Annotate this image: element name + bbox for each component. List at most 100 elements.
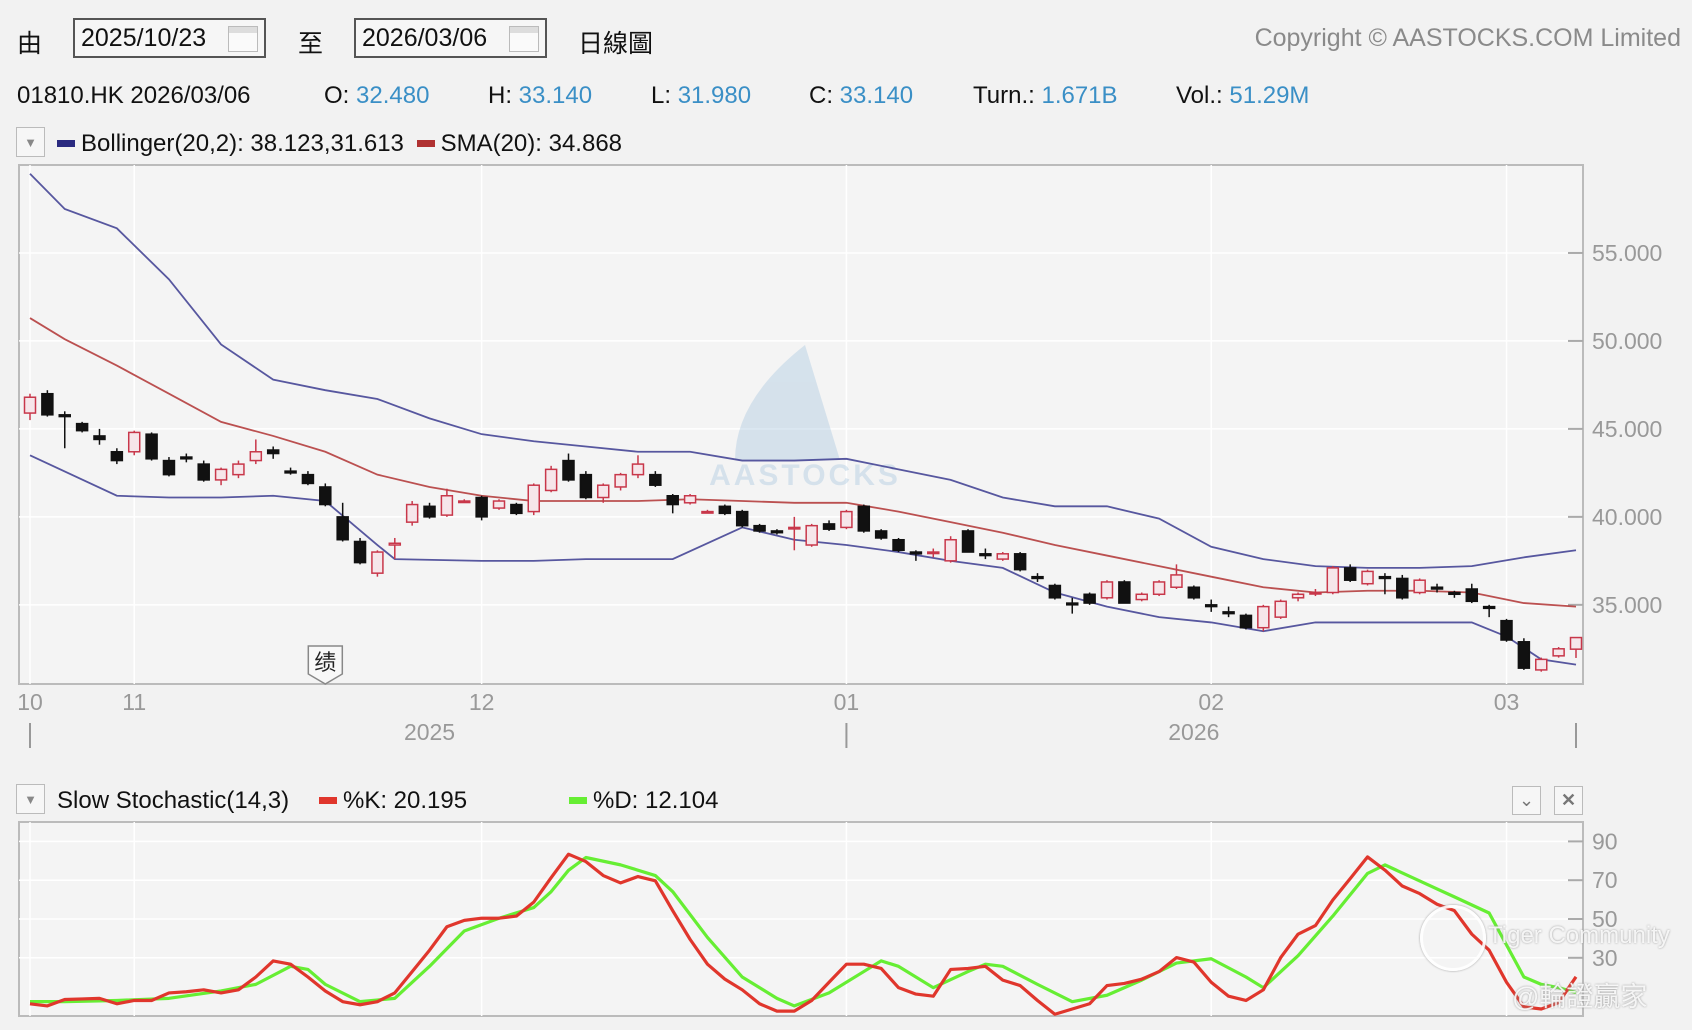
candle bbox=[127, 430, 141, 456]
month-label: 03 bbox=[1494, 689, 1520, 715]
candle bbox=[1552, 647, 1565, 658]
year-label: 2026 bbox=[1168, 719, 1219, 745]
candle-body bbox=[180, 456, 193, 460]
y-tick-label: 35.000 bbox=[1592, 592, 1662, 618]
candle-body bbox=[1517, 641, 1531, 669]
tiger-logo-icon bbox=[1420, 905, 1486, 971]
candle-body bbox=[1396, 577, 1409, 599]
candle bbox=[75, 421, 89, 433]
candle-body bbox=[1343, 567, 1357, 581]
candle bbox=[1187, 585, 1201, 600]
chevron-down-icon: ⌄ bbox=[1518, 790, 1535, 810]
candle-body bbox=[909, 551, 923, 555]
month-label: 10 bbox=[17, 689, 43, 715]
candle bbox=[544, 465, 558, 493]
candle bbox=[41, 390, 54, 417]
candle-body bbox=[753, 524, 766, 532]
candle-body bbox=[579, 473, 593, 499]
candle-body bbox=[544, 468, 558, 492]
candle bbox=[1257, 604, 1270, 632]
candle bbox=[1326, 566, 1340, 595]
candle-body bbox=[666, 495, 679, 506]
candle bbox=[1239, 613, 1253, 630]
collapse-panel-button[interactable]: ⌄ bbox=[1512, 786, 1541, 815]
candle-body bbox=[944, 538, 957, 562]
candle bbox=[840, 509, 853, 530]
candle bbox=[1535, 657, 1548, 672]
candle-body bbox=[1187, 586, 1201, 599]
series-k bbox=[29, 852, 1578, 1016]
candle-body bbox=[440, 495, 454, 516]
candle-body bbox=[284, 470, 297, 474]
candle-body bbox=[162, 459, 176, 476]
candle-body bbox=[1535, 658, 1548, 671]
k-legend-text: %K: 20.195 bbox=[343, 787, 468, 814]
candle bbox=[961, 529, 975, 553]
candle-body bbox=[1569, 636, 1583, 650]
candle-body bbox=[249, 451, 263, 462]
candle-body bbox=[423, 505, 436, 518]
candle-body bbox=[475, 496, 488, 518]
candle-body bbox=[1500, 619, 1513, 641]
candle-body bbox=[1430, 586, 1444, 590]
candle-body bbox=[319, 486, 332, 506]
candle bbox=[1517, 638, 1531, 670]
candle bbox=[1083, 592, 1096, 605]
candle-body bbox=[1274, 600, 1287, 618]
d-legend-text: %D: 12.104 bbox=[593, 787, 719, 814]
candle-body bbox=[23, 396, 37, 414]
candle bbox=[1048, 583, 1062, 600]
year-label: 2025 bbox=[404, 719, 455, 745]
candle-body bbox=[1552, 648, 1565, 657]
candle-body bbox=[927, 551, 940, 555]
candle bbox=[510, 502, 523, 516]
stoch-indicator-dropdown[interactable]: ▼ bbox=[16, 784, 45, 814]
candle bbox=[492, 499, 506, 510]
candle-body bbox=[822, 523, 836, 530]
candle bbox=[753, 523, 766, 533]
close-panel-button[interactable]: ✕ bbox=[1554, 786, 1583, 815]
candle-body bbox=[527, 484, 541, 513]
stoch-d-legend: %D: 12.104 bbox=[569, 787, 718, 815]
candle-body bbox=[110, 451, 124, 462]
candle-body bbox=[735, 510, 749, 527]
candle bbox=[1013, 552, 1027, 572]
candle-body bbox=[770, 530, 784, 534]
candle bbox=[1413, 578, 1426, 595]
y-tick-label: 70 bbox=[1592, 867, 1618, 893]
y-tick-label: 40.000 bbox=[1592, 504, 1662, 530]
candle-body bbox=[996, 553, 1010, 560]
candle-body bbox=[614, 473, 627, 488]
month-label: 12 bbox=[469, 689, 495, 715]
candle-body bbox=[1482, 605, 1496, 610]
candle-body bbox=[1152, 581, 1166, 596]
stoch-k-legend: %K: 20.195 bbox=[319, 787, 467, 815]
candle-body bbox=[1309, 591, 1322, 595]
candle-body bbox=[1118, 581, 1131, 604]
candle-body bbox=[93, 435, 106, 441]
y-tick-label: 55.000 bbox=[1592, 240, 1662, 266]
candle-body bbox=[388, 542, 402, 546]
candle bbox=[197, 460, 210, 482]
stoch-plot-area bbox=[18, 821, 1584, 1017]
candle-body bbox=[1170, 574, 1183, 588]
candle-body bbox=[1378, 575, 1392, 580]
candle-body bbox=[1048, 584, 1062, 599]
candle-body bbox=[1326, 567, 1340, 594]
candle-body bbox=[961, 530, 975, 553]
candle bbox=[944, 536, 957, 563]
candle bbox=[1274, 599, 1287, 619]
candle bbox=[718, 504, 732, 516]
candle bbox=[475, 495, 488, 521]
candle-body bbox=[1083, 593, 1096, 604]
candle bbox=[527, 483, 541, 516]
candle-body bbox=[805, 524, 818, 546]
month-label: 01 bbox=[834, 689, 860, 715]
candle bbox=[1118, 580, 1131, 604]
price-chart[interactable]: 35.000 40.000 45.000 50.000 55.000 10 11 12 01 02… bbox=[0, 0, 1692, 760]
author-watermark: @輪證贏家 bbox=[1512, 982, 1648, 1012]
candle bbox=[371, 550, 384, 577]
candle-body bbox=[336, 516, 349, 541]
candle-body bbox=[788, 526, 801, 530]
y-tick-label: 90 bbox=[1592, 828, 1618, 854]
